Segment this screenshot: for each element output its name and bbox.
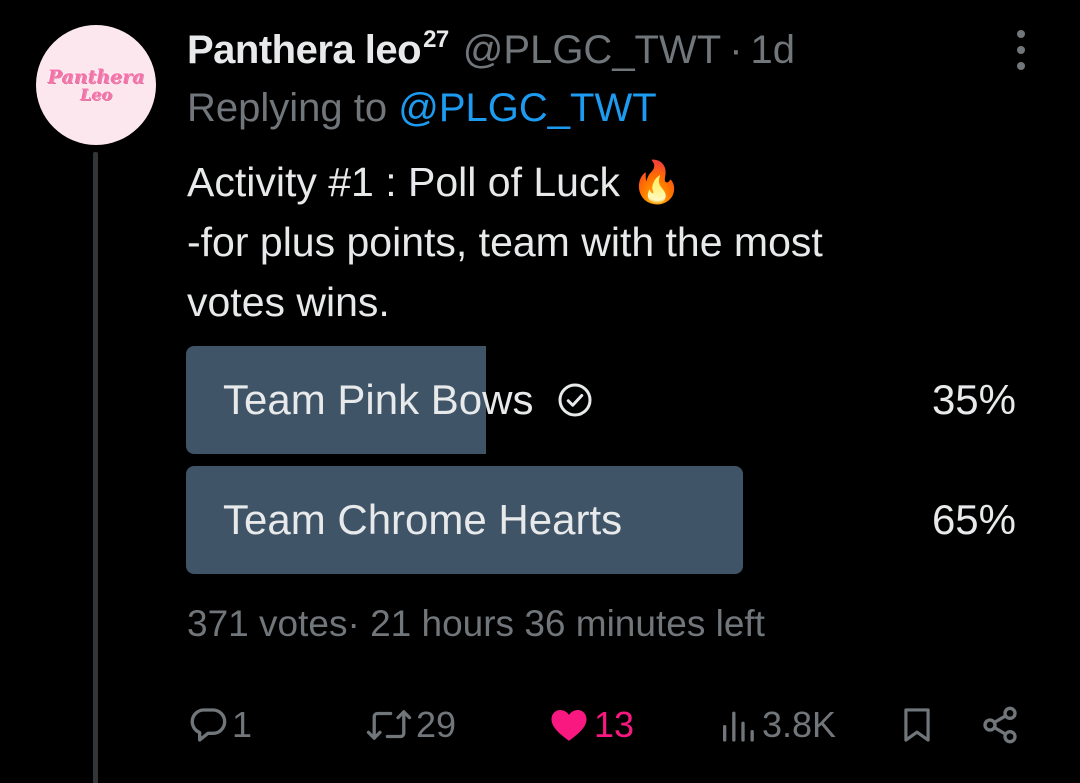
avatar-logo-line2: Leo [79,84,113,104]
author-handle[interactable]: @PLGC_TWT [463,28,721,73]
share-icon [983,706,1017,744]
retweet-button[interactable]: 29 [366,695,456,755]
like-count: 13 [594,704,635,745]
heart-icon [551,710,587,741]
tweet-text: Activity #1 : Poll of Luck 🔥 -for plus p… [187,152,1047,332]
share-button[interactable] [980,695,1020,755]
poll-option-percent: 65% [931,496,1016,543]
poll-meta-separator: · [347,603,360,644]
header-separator: · [729,28,743,72]
avatar-logo-line1: Panthera [47,65,145,88]
poll-option-pink-bows[interactable]: Team Pink Bows 35% [186,346,1016,454]
poll-meta: 371 votes· 21 hours 36 minutes left [187,603,765,645]
replying-to-label: Replying to [187,86,388,130]
reply-count: 1 [232,704,253,745]
bookmark-icon [904,708,930,742]
reply-button[interactable]: 1 [188,695,252,755]
poll-option-chrome-hearts[interactable]: Team Chrome Hearts 65% [186,466,1016,574]
poll-votes: 371 votes [187,603,348,644]
poll-option-label: Team Chrome Hearts [223,466,622,574]
display-name-text: Panthera leo [187,28,422,72]
poll-option-percent: 35% [931,376,1016,423]
poll-option-text: Team Pink Bows [223,376,534,423]
views-count: 3.8K [762,704,837,745]
views-icon [723,711,754,742]
views-button[interactable]: 3.8K [718,695,836,755]
poll-option-text: Team Chrome Hearts [223,496,623,543]
retweet-icon [366,710,412,740]
display-name-superscript: 27 [423,26,449,53]
check-circle-icon [558,383,592,417]
poll-time-left: 21 hours 36 minutes left [370,603,765,644]
poll-option-label: Team Pink Bows [223,346,593,454]
avatar-logo: Panthera Leo [47,65,145,104]
tweet-text-line: Activity #1 : Poll of Luck 🔥 [187,159,683,205]
reply-mention-link[interactable]: @PLGC_TWT [398,86,656,130]
reply-icon [190,708,227,742]
replying-to: Replying to @PLGC_TWT [187,86,657,131]
display-name[interactable]: Panthera leo27 [187,26,449,73]
avatar[interactable]: Panthera Leo [36,25,156,145]
like-button[interactable]: 13 [548,695,634,755]
thread-line [93,152,98,783]
action-bar: 1 29 13 3.8K [0,695,1080,755]
bookmark-button[interactable] [898,695,936,755]
tweet-time[interactable]: 1d [751,28,796,73]
tweet-header: Panthera leo27 @PLGC_TWT · 1d [187,26,796,73]
tweet-text-line: votes wins. [187,279,390,325]
tweet-text-line: -for plus points, team with the most [187,219,823,265]
more-icon[interactable] [1010,30,1032,70]
retweet-count: 29 [416,704,457,745]
